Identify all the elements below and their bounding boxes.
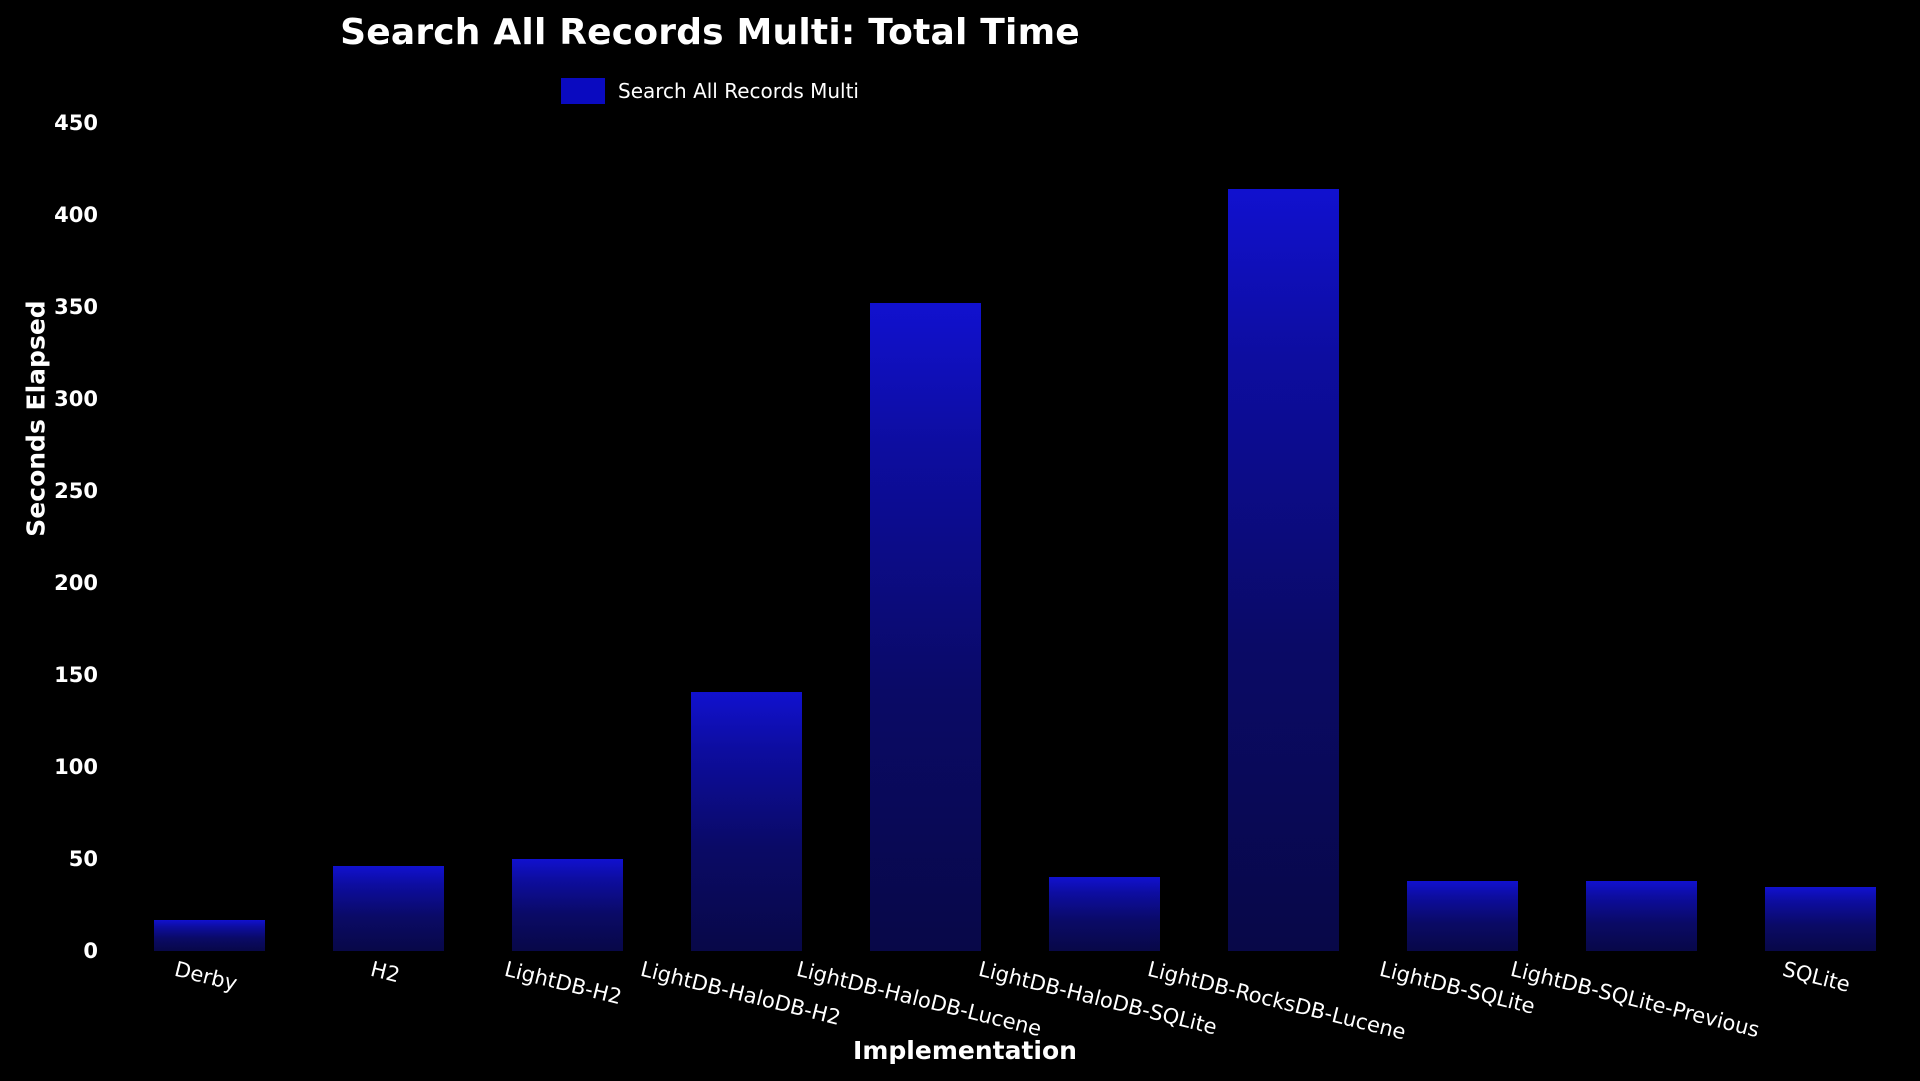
x-axis-title: Implementation (853, 1036, 1077, 1065)
y-axis-tick-label: 0 (83, 939, 98, 963)
x-axis-tick-label: H2 (368, 957, 403, 988)
y-axis-tick-label: 300 (54, 387, 98, 411)
y-axis-tick-label: 100 (54, 755, 98, 779)
x-axis-tick-label: LightDB-SQLite-Previous (1508, 957, 1762, 1043)
x-axis-tick-label: LightDB-H2 (501, 957, 624, 1010)
chart-title: Search All Records Multi: Total Time (340, 12, 1080, 53)
legend-item: Search All Records Multi (561, 78, 859, 104)
y-axis-tick-label: 50 (68, 847, 98, 871)
bar (1049, 877, 1160, 951)
x-axis-tick-label: Derby (172, 957, 240, 996)
y-axis-tick-label: 350 (54, 295, 98, 319)
y-axis-tick-label: 150 (54, 663, 98, 687)
legend-color-swatch-icon (561, 78, 605, 104)
plot-area (120, 123, 1910, 951)
x-axis-tick-label: SQLite (1780, 957, 1853, 997)
bar (1765, 886, 1876, 951)
bar (1407, 881, 1518, 951)
chart-legend: Search All Records Multi (0, 78, 1420, 104)
bar (512, 859, 623, 951)
bar (1586, 881, 1697, 951)
y-axis-title: Seconds Elapsed (21, 300, 51, 537)
legend-item-label: Search All Records Multi (618, 79, 859, 103)
bar-chart: Search All Records Multi: Total Time Sea… (0, 0, 1920, 1080)
bar-series (120, 123, 1910, 951)
y-axis-tick-label: 450 (54, 111, 98, 135)
y-axis-tick-label: 200 (54, 571, 98, 595)
y-axis-tick-label: 250 (54, 479, 98, 503)
bar (154, 919, 265, 951)
y-axis-tick-label: 400 (54, 203, 98, 227)
bar (691, 691, 802, 951)
y-axis: 450 400 350 300 250 200 150 100 50 0 (0, 111, 110, 963)
bar (870, 303, 981, 951)
bar (333, 866, 444, 951)
bar (1228, 189, 1339, 951)
